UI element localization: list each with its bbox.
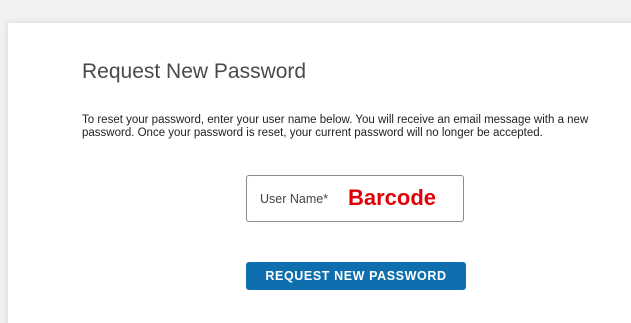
username-field[interactable]: User Name* Barcode	[246, 175, 464, 222]
instructions-text: To reset your password, enter your user …	[82, 114, 589, 139]
page-title: Request New Password	[82, 60, 307, 83]
username-label: User Name*	[260, 192, 329, 206]
page: Request New Password To reset your passw…	[0, 0, 631, 323]
username-value: Barcode	[348, 185, 437, 210]
request-new-password-button[interactable]: REQUEST NEW PASSWORD	[246, 262, 466, 290]
